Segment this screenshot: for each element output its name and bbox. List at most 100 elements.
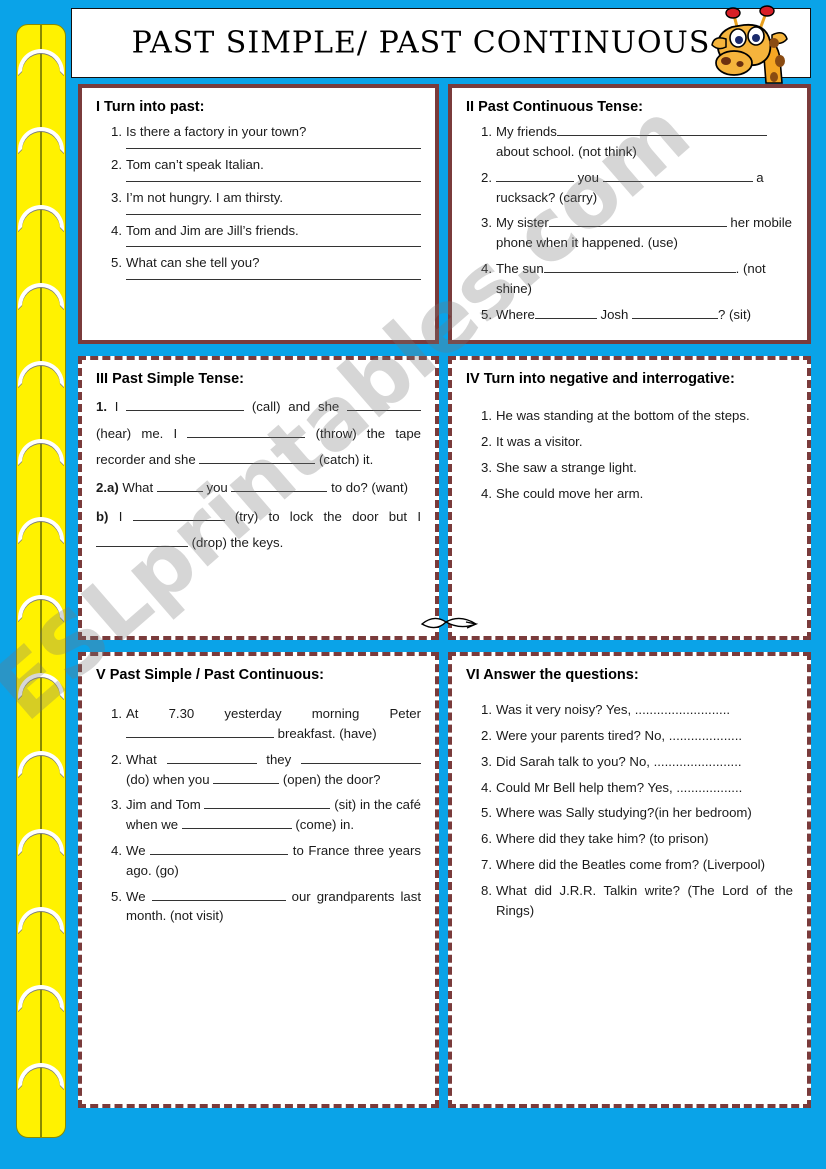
exercise-6-item: Where did they take him? (to prison)	[470, 829, 709, 849]
answer-blank[interactable]	[181, 816, 292, 830]
giraffe-icon	[711, 5, 788, 84]
answer-blank[interactable]	[187, 424, 306, 438]
exercise-box-4: IV Turn into negative and interrogative:…	[448, 356, 811, 640]
binding-ring-arc	[18, 439, 64, 465]
binding-ring	[18, 517, 64, 543]
binding-ring-arc	[18, 49, 64, 75]
exercise-2-item: My friends about school. (not think)	[470, 122, 793, 162]
exercise-box-6: VI Answer the questions: Was it very noi…	[448, 652, 811, 1108]
exercise-5-item: We our grandparents last month. (not vis…	[100, 887, 421, 924]
exercise-4-list: He was standing at the bottom of the ste…	[466, 406, 793, 503]
exercise-1-item: What can she tell you?	[100, 253, 421, 281]
answer-blank[interactable]	[602, 168, 753, 182]
exercise-5-item: Jim and Tom (sit) in the café when we (c…	[100, 795, 421, 833]
answer-rule-line[interactable]	[126, 246, 421, 248]
exercise-6-item: Did Sarah talk to you? No, .............…	[470, 752, 742, 772]
binding-ring	[18, 673, 64, 699]
exercise-6-list: Was it very noisy? Yes, ................…	[466, 700, 793, 920]
paragraph-label: 2.a)	[96, 480, 119, 496]
exercise-1-item: Tom can’t speak Italian.	[100, 155, 421, 182]
binding-ring	[18, 439, 64, 465]
exercise-box-3: III Past Simple Tense: 1. I (call) and s…	[78, 356, 439, 640]
exercise-1-list: Is there a factory in your town? Tom can’…	[96, 122, 421, 281]
answer-blank[interactable]	[534, 305, 597, 319]
binding-ring-arc	[18, 283, 64, 309]
binding-ring-arc	[18, 517, 64, 543]
answer-blank[interactable]	[156, 479, 203, 493]
answer-blank[interactable]	[166, 750, 257, 764]
binding-ring-arc	[18, 673, 64, 699]
exercise-2-item: Where Josh ? (sit)	[470, 305, 751, 325]
answer-blank[interactable]	[151, 887, 286, 901]
answer-blank[interactable]	[132, 507, 225, 521]
exercise-3-paragraph: 1. I (call) and she (hear) me. I (throw)…	[96, 398, 421, 467]
exercise-4-heading: IV Turn into negative and interrogative:	[466, 371, 735, 387]
exercise-4-item: He was standing at the bottom of the ste…	[470, 406, 750, 426]
binding-ring-arc	[18, 205, 64, 231]
answer-blank[interactable]	[301, 750, 421, 764]
answer-blank[interactable]	[126, 398, 245, 412]
page-title: PAST SIMPLE/ PAST CONTINUOUS	[131, 25, 711, 61]
answer-blank[interactable]	[204, 796, 331, 810]
answer-blank[interactable]	[96, 534, 188, 548]
answer-blank[interactable]	[347, 398, 421, 412]
exercise-1-item: I’m not hungry. I am thirsty.	[100, 188, 421, 215]
answer-blank[interactable]	[548, 214, 727, 228]
exercise-1-item: Tom and Jim are Jill’s friends.	[100, 221, 421, 248]
answer-blank[interactable]	[231, 479, 328, 493]
exercise-5-item: We to France three years ago. (go)	[100, 841, 421, 878]
worksheet-header: PAST SIMPLE/ PAST CONTINUOUS	[71, 5, 811, 84]
exercise-6-item: What did J.R.R. Talkin write? (The Lord …	[470, 881, 793, 918]
binding-ring	[18, 127, 64, 153]
binding-ring	[18, 751, 64, 777]
answer-blank[interactable]	[556, 123, 767, 137]
binding-ring	[18, 829, 64, 855]
binding-ring-arc	[18, 985, 64, 1011]
exercise-4-item: It was a visitor.	[470, 432, 583, 452]
binding-ring	[18, 361, 64, 387]
binding-ring	[18, 205, 64, 231]
binding-ring-arc	[18, 127, 64, 153]
binding-ring	[18, 985, 64, 1011]
exercise-3-paragraph: b) I (try) to lock the door but I (drop)…	[96, 507, 421, 551]
flourish-icon	[420, 617, 479, 629]
item-text: I’m not hungry. I am thirsty.	[126, 189, 284, 205]
answer-blank[interactable]	[150, 841, 289, 855]
binding-ring-arc	[18, 1063, 64, 1089]
exercise-6-item: Where did the Beatles come from? (Liverp…	[470, 855, 765, 875]
answer-blank[interactable]	[632, 305, 719, 319]
exercise-4-item: She could move her arm.	[470, 484, 644, 504]
exercise-3-paragraph: 2.a) What you to do? (want)	[96, 479, 409, 496]
exercise-6-item: Were your parents tired? No, ...........…	[470, 726, 743, 746]
answer-rule-line[interactable]	[126, 147, 421, 149]
answer-rule-line[interactable]	[126, 279, 421, 281]
exercise-2-list: My friends about school. (not think) you…	[466, 122, 793, 324]
answer-rule-line[interactable]	[126, 180, 421, 182]
exercise-2-item: The sun. (not shine)	[470, 259, 766, 296]
answer-rule-line[interactable]	[126, 213, 421, 215]
exercise-3-heading: III Past Simple Tense:	[96, 371, 245, 387]
exercise-6-item: Could Mr Bell help them? Yes, ..........…	[470, 778, 743, 798]
binding-ring-arc	[18, 595, 64, 621]
exercise-5-item: What they (do) when you (open) the door?	[100, 750, 421, 790]
exercise-2-heading: II Past Continuous Tense:	[466, 99, 643, 115]
exercise-box-2: II Past Continuous Tense: My friends abo…	[448, 84, 811, 344]
exercise-5-heading: V Past Simple / Past Continuous:	[96, 667, 325, 683]
exercise-6-item: Was it very noisy? Yes, ................…	[470, 700, 731, 720]
exercise-6-item: Where was Sally studying?(in her bedroom…	[470, 803, 752, 823]
binding-ring-arc	[18, 361, 64, 387]
answer-blank[interactable]	[213, 770, 280, 784]
item-text: Tom and Jim are Jill’s friends.	[126, 222, 299, 238]
binding-ring	[18, 1063, 64, 1089]
answer-blank[interactable]	[126, 724, 274, 738]
binding-ring	[18, 49, 64, 75]
paragraph-label: 1.	[96, 399, 107, 415]
binding-ring-arc	[18, 751, 64, 777]
spiral-binding	[16, 24, 66, 1138]
answer-blank[interactable]	[543, 259, 736, 273]
answer-blank[interactable]	[496, 168, 574, 182]
answer-blank[interactable]	[199, 450, 316, 464]
exercise-5-list: At 7.30 yesterday morning Peter breakfas…	[96, 704, 421, 926]
binding-spine	[40, 25, 42, 1137]
paragraph-label: b)	[96, 508, 109, 524]
